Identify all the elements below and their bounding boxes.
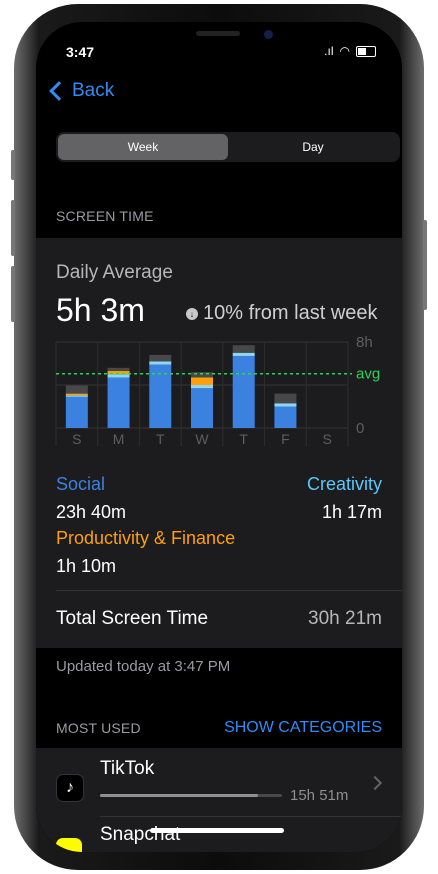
updated-text: Updated today at 3:47 PM — [56, 658, 231, 675]
app-time: 15h 51m — [290, 787, 349, 804]
signal-icon: .ıl — [324, 44, 334, 58]
screen: 3:47 .ıl ◠ Back Week Day SCREEN TIME Dai… — [36, 22, 402, 852]
side-button — [11, 200, 15, 256]
chevron-left-icon — [49, 81, 69, 101]
bar-segment — [274, 406, 297, 428]
bar-segment — [65, 396, 88, 428]
bar-segment — [191, 372, 213, 378]
bar-segment — [65, 395, 88, 397]
most-used-list: ♪ TikTok 15h 51m Snapchat — [36, 748, 402, 852]
bar-segment — [149, 361, 172, 365]
side-button — [423, 220, 427, 310]
tab-day[interactable]: Day — [228, 134, 398, 160]
x-tick-label: T — [156, 431, 165, 447]
total-screen-time-row: Total Screen Time 30h 21m — [36, 590, 402, 648]
legend-social-time: 23h 40m — [56, 502, 127, 522]
tiktok-icon: ♪ — [56, 774, 84, 802]
x-tick-label: S — [322, 431, 331, 447]
camera-icon — [264, 30, 273, 39]
bar-segment — [65, 385, 88, 394]
app-name: TikTok — [100, 758, 155, 779]
bar-segment — [274, 403, 297, 407]
divider — [56, 590, 402, 591]
x-tick-label: M — [113, 431, 125, 447]
bar-segment — [191, 388, 213, 428]
average-label: avg — [356, 366, 380, 383]
app-row-snapchat[interactable]: Snapchat — [36, 816, 402, 852]
weekly-change: ↓ 10% from last week — [186, 302, 378, 325]
legend-creativity-label: Creativity — [306, 474, 382, 494]
x-tick-label: W — [195, 431, 209, 447]
arrow-down-circle-icon: ↓ — [186, 307, 198, 320]
home-indicator[interactable] — [150, 828, 284, 833]
change-text: 10% from last week — [203, 302, 378, 324]
total-label: Total Screen Time — [56, 608, 209, 629]
back-button[interactable]: Back — [48, 80, 114, 102]
x-tick-label: F — [281, 431, 290, 447]
x-tick-label: S — [72, 431, 81, 447]
bar-segment — [65, 393, 88, 396]
chevron-right-icon — [367, 775, 383, 791]
y-tick-label: 0 — [356, 420, 364, 437]
bar-segment — [107, 374, 130, 378]
side-button — [11, 150, 15, 180]
usage-chart: S M T W T F S 8h avg 0 — [55, 334, 380, 447]
screen-time-header: SCREEN TIME — [56, 208, 154, 224]
battery-icon — [356, 45, 376, 57]
bar-segment — [191, 385, 213, 389]
y-tick-label: 8h — [356, 334, 373, 351]
daily-average-card[interactable]: Daily Average 5h 3m ↓ 10% from last week… — [36, 238, 402, 590]
legend-productivity-time: 1h 10m — [56, 556, 117, 576]
daily-average-value: 5h 3m — [56, 292, 145, 328]
segmented-control: Week Day — [56, 132, 400, 162]
legend-creativity-time: 1h 17m — [321, 502, 382, 522]
side-button — [11, 266, 15, 322]
tab-week[interactable]: Week — [58, 134, 228, 160]
status-icons: .ıl ◠ — [324, 44, 376, 58]
bar-segment — [232, 345, 255, 353]
bar-segment — [232, 355, 255, 428]
most-used-header: MOST USED — [56, 720, 141, 736]
show-categories-button[interactable]: SHOW CATEGORIES — [224, 719, 382, 737]
bar-segment — [107, 377, 130, 428]
bar-segment — [107, 367, 130, 372]
snapchat-icon — [56, 838, 82, 852]
usage-bar — [100, 794, 282, 797]
back-label: Back — [72, 80, 115, 101]
speaker — [196, 31, 240, 36]
legend-social-label: Social — [56, 474, 106, 494]
bar-segment — [191, 377, 213, 385]
x-tick-label: T — [239, 431, 248, 447]
usage-bar-fill — [100, 794, 259, 797]
bar-segment — [149, 354, 172, 362]
bar-segment — [274, 393, 297, 404]
bar-segment — [232, 352, 255, 356]
wifi-icon: ◠ — [339, 44, 350, 58]
total-value: 30h 21m — [308, 608, 382, 629]
daily-average-label: Daily Average — [56, 262, 173, 283]
status-time: 3:47 — [66, 44, 95, 60]
notch — [124, 22, 314, 52]
app-row-tiktok[interactable]: ♪ TikTok 15h 51m — [36, 748, 402, 816]
legend-productivity-label: Productivity & Finance — [56, 528, 236, 548]
